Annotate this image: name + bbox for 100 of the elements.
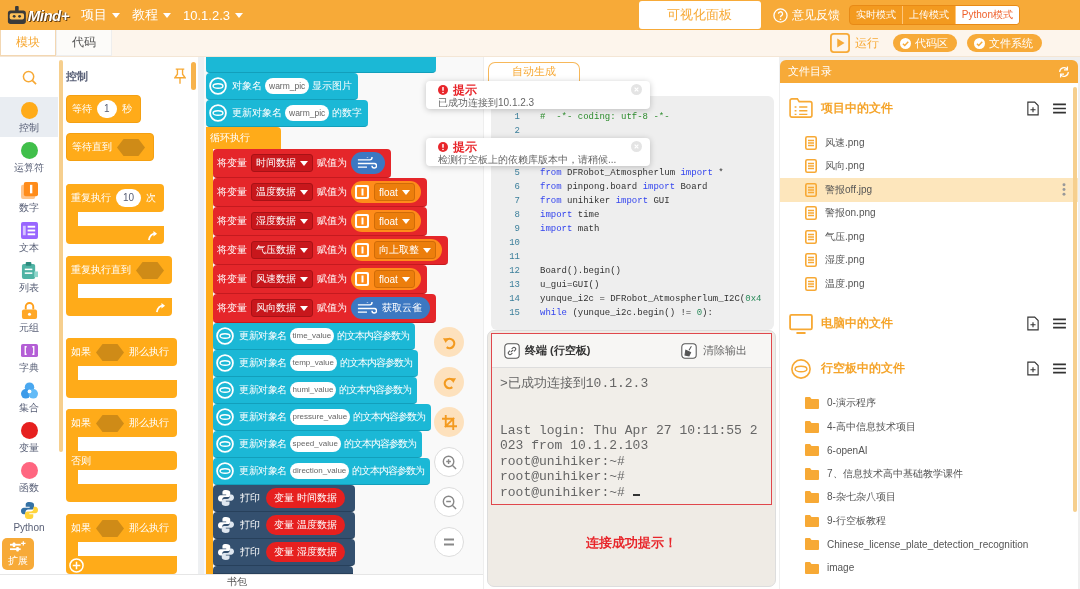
category-item[interactable]: 运算符: [0, 137, 58, 177]
folder-item[interactable]: image: [780, 556, 1078, 580]
caret-icon: [235, 12, 243, 18]
category-item[interactable]: 文本: [0, 217, 58, 257]
folder-icon: [805, 538, 819, 551]
folder-item[interactable]: 8-杂七杂八项目: [780, 485, 1078, 509]
scrollbar-thumb[interactable]: [59, 60, 63, 452]
scrollbar-thumb[interactable]: [191, 62, 196, 90]
text-field[interactable]: warm_pic: [265, 78, 310, 94]
assign-block[interactable]: 将变量 温度数据 赋值为 float: [213, 178, 427, 207]
repeat-block[interactable]: 重复执行 10 次: [66, 184, 165, 244]
file-item[interactable]: 警报on.png: [780, 201, 1078, 225]
tab[interactable]: 代码: [56, 30, 112, 56]
block-label: 显示图片: [312, 80, 353, 92]
variable-dropdown[interactable]: 风速数据: [251, 270, 313, 288]
more-icon[interactable]: [1062, 183, 1066, 197]
category-item[interactable]: 列表: [0, 257, 58, 297]
file-item[interactable]: 风速.png: [780, 131, 1078, 155]
weather-reporter[interactable]: [351, 152, 385, 174]
category-item[interactable]: 集合: [0, 377, 58, 417]
close-icon[interactable]: [631, 84, 642, 95]
text-field[interactable]: pressure_value: [289, 409, 351, 425]
text-field[interactable]: speed_value: [289, 436, 341, 452]
folder-item[interactable]: 9-行空板教程: [780, 509, 1078, 533]
condition-slot[interactable]: [96, 519, 124, 537]
folder-item[interactable]: 6-openAI: [780, 438, 1078, 462]
category-item[interactable]: 变量: [0, 417, 58, 457]
category-item[interactable]: 控制: [0, 97, 58, 137]
menu-icon[interactable]: [1053, 102, 1066, 114]
folder-item[interactable]: 4-高中信息技术项目: [780, 415, 1078, 439]
category-item[interactable]: 函数: [0, 457, 58, 497]
number-field[interactable]: 1: [97, 100, 117, 118]
folder-item[interactable]: 0-演示程序: [780, 391, 1078, 415]
variable-dropdown[interactable]: 时间数据: [251, 154, 313, 172]
category-item[interactable]: 数字: [0, 177, 58, 217]
weather-reporter[interactable]: 获取云雀: [351, 297, 430, 319]
assign-block[interactable]: 将变量 时间数据 赋值为: [213, 149, 391, 178]
text-field[interactable]: temp_value: [289, 355, 337, 371]
code-line: from unihiker import GUI: [540, 196, 670, 206]
object-block[interactable]: 更新对象名 humi_value 的文本内容参数为: [213, 377, 418, 404]
assign-block[interactable]: 将变量 风速数据 赋值为 float: [213, 265, 427, 294]
object-block[interactable]: 更新对象名 pressure_value 的文本内容参数为: [213, 404, 432, 431]
folder-item[interactable]: Chinese_license_plate_detection_recognition: [780, 532, 1078, 556]
menu-icon[interactable]: [1053, 318, 1066, 329]
variable-reporter[interactable]: 变量 湿度数据: [266, 542, 345, 562]
print-block[interactable]: 打印 变量 时间数据: [213, 485, 355, 512]
file-item[interactable]: 风向.png: [780, 154, 1078, 178]
clear-output-button[interactable]: 清除输出: [681, 342, 747, 359]
object-block[interactable]: [206, 57, 436, 73]
print-block[interactable]: [213, 566, 353, 574]
condition-slot[interactable]: [96, 414, 124, 432]
close-icon[interactable]: [631, 141, 642, 152]
category-item[interactable]: Python: [0, 497, 58, 537]
menu-icon[interactable]: [1053, 363, 1066, 374]
object-block[interactable]: 更新对象名 direction_value 的文本内容参数为: [213, 458, 431, 485]
mode-button[interactable]: Python模式: [954, 6, 1019, 24]
text-field[interactable]: warm_pic: [285, 105, 330, 121]
text-field[interactable]: humi_value: [289, 382, 337, 398]
variable-reporter[interactable]: 变量 时间数据: [266, 488, 345, 508]
robot-icon: [7, 6, 27, 24]
file-item[interactable]: 气压.png: [780, 225, 1078, 249]
object-block[interactable]: 更新对象名 time_value 的文本内容参数为: [213, 323, 416, 350]
variable-dropdown[interactable]: 温度数据: [251, 183, 313, 201]
board-icon: [209, 77, 227, 95]
backpack-bar[interactable]: 书包: [0, 574, 483, 589]
pin-icon[interactable]: [174, 68, 186, 84]
question-icon: [772, 7, 788, 23]
folder-item[interactable]: 7、信息技术高中基础教学课件: [780, 462, 1078, 486]
print-block[interactable]: 打印 变量 湿度数据: [213, 539, 355, 566]
assign-block[interactable]: 将变量 气压数据 赋值为 向上取整: [213, 236, 448, 265]
category-item[interactable]: 元组: [0, 297, 58, 337]
file-item[interactable]: 温度.png: [780, 272, 1078, 296]
print-block[interactable]: 打印 变量 温度数据: [213, 512, 355, 539]
assign-block[interactable]: 将变量 湿度数据 赋值为 float: [213, 207, 427, 236]
plus-icon[interactable]: [69, 557, 84, 573]
category-item[interactable]: 字典: [0, 337, 58, 377]
python-icon: [218, 517, 234, 533]
new-file-icon[interactable]: [1027, 100, 1039, 116]
variable-dropdown[interactable]: 湿度数据: [251, 212, 313, 230]
file-item[interactable]: 湿度.png: [780, 248, 1078, 272]
scrollbar-thumb[interactable]: [1073, 87, 1077, 512]
condition-slot[interactable]: [136, 261, 164, 279]
condition-slot[interactable]: [96, 343, 124, 361]
object-block[interactable]: 更新对象名 speed_value 的文本内容参数为: [213, 431, 422, 458]
refresh-icon[interactable]: [1058, 65, 1070, 78]
wait-block[interactable]: 等待 1 秒: [66, 95, 141, 123]
variable-dropdown[interactable]: 风向数据: [251, 299, 313, 317]
variable-reporter[interactable]: 变量 温度数据: [266, 515, 345, 535]
new-file-icon[interactable]: [1027, 361, 1039, 376]
variable-dropdown[interactable]: 气压数据: [251, 241, 313, 259]
assign-block[interactable]: 将变量 风向数据 赋值为 获取云雀: [213, 294, 436, 323]
file-item[interactable]: 警报off.jpg: [780, 178, 1078, 202]
object-block[interactable]: 对象名 warm_pic 显示图片: [206, 73, 359, 100]
text-field[interactable]: time_value: [289, 328, 335, 344]
object-block[interactable]: 更新对象名 temp_value 的文本内容参数为: [213, 350, 418, 377]
new-file-icon[interactable]: [1027, 316, 1039, 331]
condition-slot[interactable]: [117, 138, 145, 156]
object-block[interactable]: 更新对象名 warm_pic 的数字: [206, 100, 369, 127]
number-field[interactable]: 10: [116, 189, 142, 207]
text-field[interactable]: direction_value: [289, 463, 350, 479]
